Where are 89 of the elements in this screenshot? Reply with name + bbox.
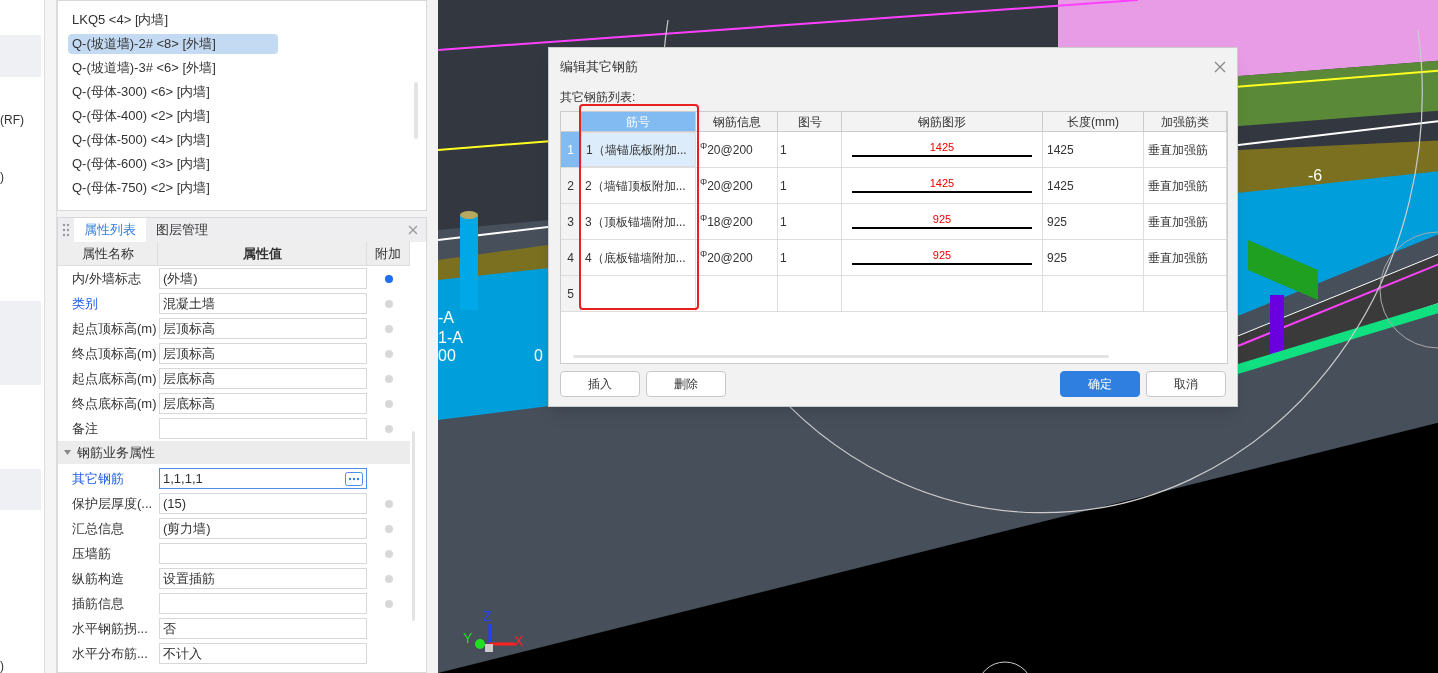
component-list-item[interactable]: LKQ5 <4> [内墙] [68,10,278,30]
property-name: 其它钢筋 [71,469,125,488]
property-name: 纵筋构造 [71,569,125,588]
table-cell: 垂直加强筋 [1144,204,1227,239]
component-list-item[interactable]: Q-(母体-500) <4> [内墙] [68,130,278,150]
table-cell: 1 [778,240,842,275]
dialog-button[interactable]: 取消 [1146,371,1226,397]
table-cell: $^{Φ}$20@200 [696,168,778,203]
table-cell: $^{Φ}$20@200 [696,132,778,167]
property-value-field[interactable]: 否 [159,618,367,639]
table-cell: 925 [1043,204,1144,239]
property-name: 保护层厚度(... [71,494,154,513]
sidebar-item-label: (RF) [0,112,24,129]
property-value-field[interactable]: 层底标高 [159,368,367,389]
rebar-shape-drawing: 925 [852,250,1032,265]
table-cell: $^{Φ}$18@200 [696,204,778,239]
table-cell: 1425 [1043,132,1144,167]
table-cell: 垂直加强筋 [1144,240,1227,275]
column-header[interactable]: 钢筋信息 [696,112,778,131]
table-cell: 925 [1043,240,1144,275]
table-cell: 1 [778,168,842,203]
axis-label: Z [483,609,492,623]
property-value-field[interactable]: 层底标高 [159,393,367,414]
rebar-shape-drawing: 1425 [852,178,1032,193]
property-value-field[interactable]: 设置插筋 [159,568,367,589]
property-name: 水平钢筋拐... [71,619,149,638]
table-cell: 垂直加强筋 [1144,168,1227,203]
property-name: 起点底标高(m) [71,369,158,388]
property-value-field[interactable]: 1,1,1,1 [159,468,367,489]
column-header[interactable]: 图号 [778,112,842,131]
component-list-item[interactable]: Q-(母体-600) <3> [内墙] [68,154,278,174]
component-list-item[interactable]: Q-(坡道墙)-2# <8> [外墙] [68,34,278,54]
grid-axis-label: 0 [534,348,543,364]
property-name: 水平分布筋... [71,644,149,663]
dialog-button[interactable]: 删除 [646,371,726,397]
property-value-field[interactable]: (15) [159,493,367,514]
column-header[interactable]: 长度(mm) [1043,112,1144,131]
table-cell: 垂直加强筋 [1144,132,1227,167]
dialog-button[interactable]: 插入 [560,371,640,397]
column-header: 属性名称 [58,242,158,265]
property-value-field[interactable]: 层顶标高 [159,318,367,339]
grid-axis-label: 00 [438,348,456,364]
axis-label: X [514,634,524,648]
dialog-title: 编辑其它钢筋 [560,58,638,77]
property-value-field[interactable]: (外墙) [159,268,367,289]
axis-label: Y [463,631,473,645]
property-name: 内/外墙标志 [71,269,142,288]
table-cell: 1 [778,132,842,167]
table-cell: 1 [778,204,842,239]
table-cell: $^{Φ}$20@200 [696,240,778,275]
row-number[interactable]: 4 [561,240,581,275]
column-header[interactable]: 加强筋类 [1144,112,1227,131]
property-name: 终点顶标高(m) [71,344,158,363]
property-name: 类别 [71,294,99,313]
column-header: 属性值 [158,242,367,265]
column-header: 附加 [367,242,410,265]
grid-axis-label: -6 [1308,168,1323,184]
component-list-item[interactable]: Q-(坡道墙)-3# <6> [外墙] [68,58,278,78]
grid-axis-label: 1-A [438,330,463,346]
property-name: 压墙筋 [71,544,112,563]
property-name: 汇总信息 [71,519,125,538]
property-value-field[interactable]: 混凝土墙 [159,293,367,314]
row-number[interactable]: 2 [561,168,581,203]
property-name: 起点顶标高(m) [71,319,158,338]
list-label: 其它钢筋列表: [560,89,637,106]
rebar-shape-drawing: 925 [852,214,1032,229]
property-section-header[interactable]: 钢筋业务属性 [58,441,410,464]
sidebar-item-label: ) [0,169,4,186]
property-value-field[interactable]: 层顶标高 [159,343,367,364]
confirm-button[interactable]: 确定 [1060,371,1140,397]
property-name: 备注 [71,419,99,438]
column-header[interactable]: 钢筋图形 [842,112,1043,131]
table-cell: 1425 [1043,168,1144,203]
sidebar-item-label: ) [0,658,4,673]
rebar-shape-drawing: 1425 [852,142,1032,157]
grid-axis-label: -A [438,310,454,326]
component-list-item[interactable]: Q-(母体-750) <2> [内墙] [68,178,278,198]
property-name: 插筋信息 [71,594,125,613]
panel-tab[interactable]: 属性列表 [74,218,146,242]
panel-tab[interactable]: 图层管理 [146,218,218,242]
component-list-item[interactable]: Q-(母体-300) <6> [内墙] [68,82,278,102]
table-cell: 1（墙锚底板附加... [581,132,696,167]
row-number[interactable]: 3 [561,204,581,239]
property-value-field[interactable]: 不计入 [159,643,367,664]
property-name: 终点底标高(m) [71,394,158,413]
component-list-item[interactable]: Q-(母体-400) <2> [内墙] [68,106,278,126]
section-title: 钢筋业务属性 [77,443,155,462]
row-number[interactable]: 5 [561,276,581,311]
property-value-field[interactable]: (剪力墙) [159,518,367,539]
